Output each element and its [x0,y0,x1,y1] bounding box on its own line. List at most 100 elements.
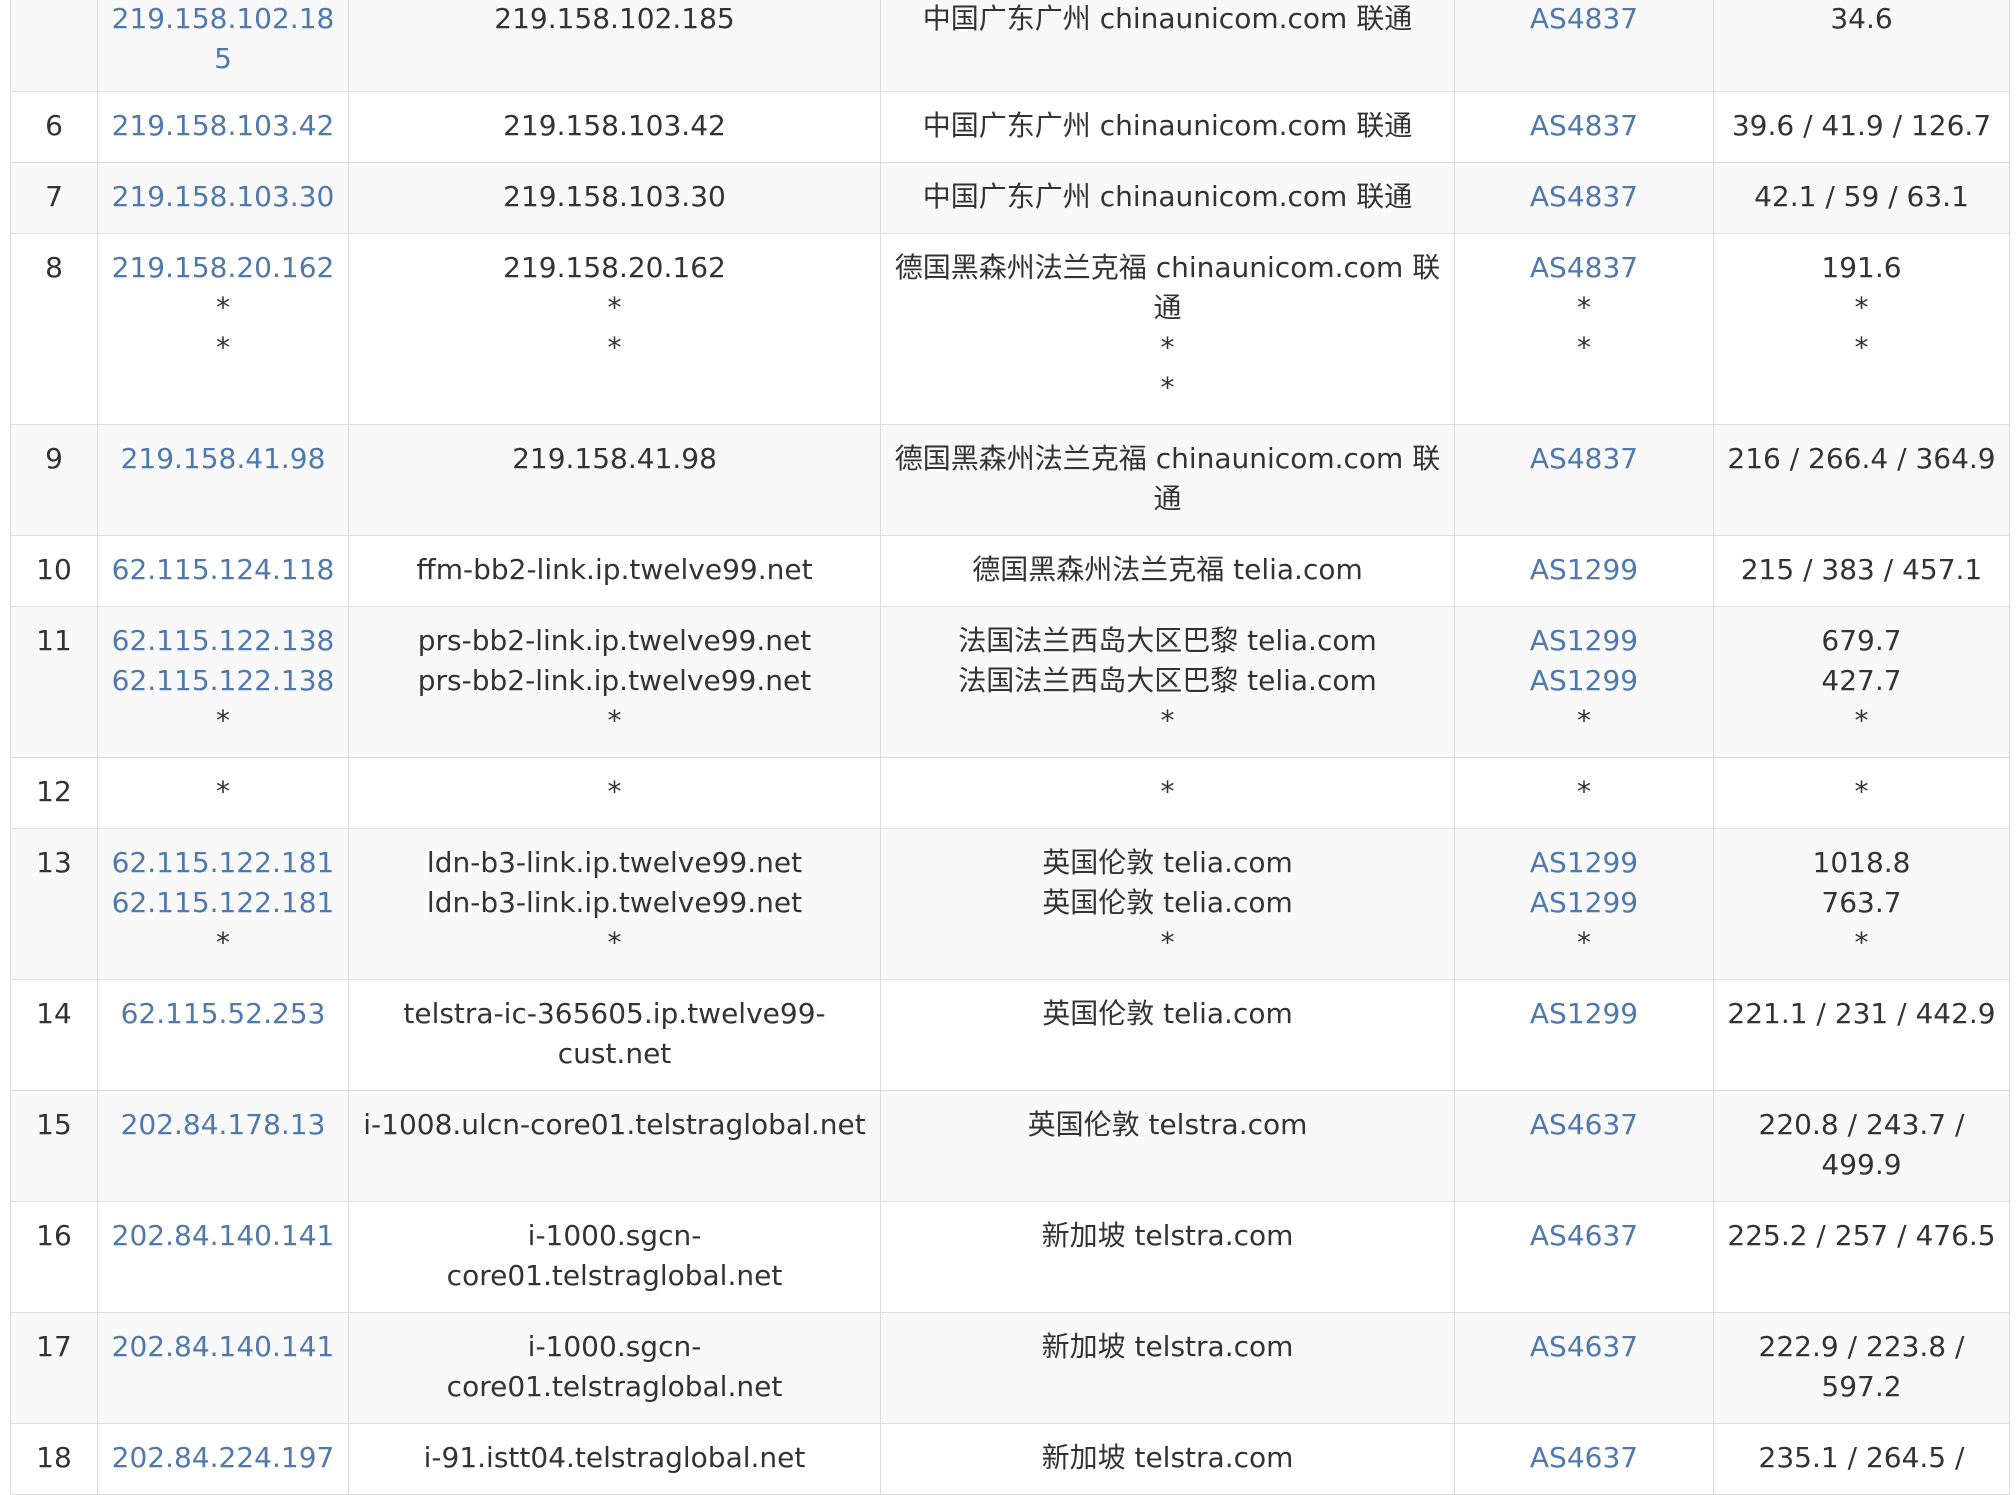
ip-link[interactable]: 62.115.52.253 [110,994,336,1034]
ip-link[interactable]: 219.158.103.42 [110,106,336,146]
ip-address-cell: 202.84.140.141 [97,1312,349,1424]
latency-cell: 191.6 * * [1713,233,2010,425]
rtt-text: 34.6 [1830,2,1893,35]
ip-address-cell: 219.158.103.30 [97,162,349,234]
as-number-cell: AS4637 [1454,1090,1714,1202]
ip-address-cell: 202.84.178.13 [97,1090,349,1202]
latency-cell: 221.1 / 231 / 442.9 [1713,979,2010,1091]
loc-text: 德国黑森州法兰克福 telia.com [972,553,1363,586]
latency-cell: 225.2 / 257 / 476.5 [1713,1201,2010,1313]
rtt-text: 427.7 [1821,664,1902,697]
as-number-cell: AS1299 AS1299 * [1454,606,1714,758]
as-link[interactable]: AS1299 [1467,661,1701,701]
ip-address-cell: 62.115.122.138 62.115.122.138 * [97,606,349,758]
hop-number-cell: 15 [10,1090,98,1202]
as-link[interactable]: AS4637 [1467,1216,1701,1256]
loc-text: 德国黑森州法兰克福 chinaunicom.com 联通 [894,442,1441,515]
hostname-cell: i-1000.sgcn-core01.telstraglobal.net [348,1201,881,1313]
as-number-cell: AS4637 [1454,1201,1714,1313]
hop-number-cell: 17 [10,1312,98,1424]
timeout-marker: * [1577,331,1591,364]
table-row: 9 219.158.41.98 219.158.41.98 德国黑森州法兰克福 chi… [10,424,2010,536]
as-link[interactable]: AS4837 [1467,248,1701,288]
as-link[interactable]: AS1299 [1467,994,1701,1034]
timeout-marker: * [1160,926,1175,959]
ip-link[interactable]: 62.115.122.181 [110,883,336,923]
hostname-cell: 219.158.103.30 [348,162,881,234]
as-link[interactable]: AS1299 [1467,843,1701,883]
hop-number-cell: 18 [10,1423,98,1495]
rtt-text: 191.6 [1821,251,1902,284]
as-number-cell: * [1454,757,1714,829]
as-number-cell: AS4837 [1454,424,1714,536]
as-link[interactable]: AS1299 [1467,883,1701,923]
timeout-marker: * [216,331,230,364]
table-row: 12 * * * * * [10,757,2010,829]
rtt-text: 222.9 / 223.8 / 597.2 [1758,1330,1965,1403]
location-cell: 新加坡 telstra.com [880,1201,1455,1313]
host-text: i-1000.sgcn-core01.telstraglobal.net [446,1330,783,1403]
as-link[interactable]: AS4637 [1467,1327,1701,1367]
hostname-cell: 219.158.20.162 * * [348,233,881,425]
timeout-marker: * [216,291,230,324]
latency-cell: 1018.8 763.7 * [1713,828,2010,980]
timeout-marker: * [607,775,622,808]
loc-text: 英国伦敦 telia.com [1042,846,1293,879]
ip-link[interactable]: 62.115.122.138 [110,661,336,701]
host-text: 219.158.41.98 [512,442,717,475]
ip-address-cell: 62.115.122.181 62.115.122.181 * [97,828,349,980]
host-text: 219.158.20.162 [503,251,726,284]
rtt-text: 763.7 [1821,886,1902,919]
timeout-marker: * [1854,704,1869,737]
rtt-text: 225.2 / 257 / 476.5 [1727,1219,1996,1252]
as-link[interactable]: AS4637 [1467,1438,1701,1478]
traceroute-table-container: 219.158.102.185 219.158.102.185 中国广东广州 chi… [10,0,2010,1495]
location-cell: 德国黑森州法兰克福 telia.com [880,535,1455,607]
ip-address-cell: 202.84.224.197 [97,1423,349,1495]
as-link[interactable]: AS4837 [1467,106,1701,146]
table-row: 8 219.158.20.162 * * 219.158.20.162 * * 德国黑森州法兰… [10,233,2010,425]
hostname-cell: ffm-bb2-link.ip.twelve99.net [348,535,881,607]
as-link[interactable]: AS4837 [1467,0,1701,39]
ip-link[interactable]: 219.158.103.30 [110,177,336,217]
as-link[interactable]: AS4837 [1467,439,1701,479]
as-link[interactable]: AS4837 [1467,177,1701,217]
loc-text: 法国法兰西岛大区巴黎 telia.com [958,624,1377,657]
ip-link[interactable]: 219.158.20.162 [110,248,336,288]
ip-link[interactable]: 202.84.178.13 [110,1105,336,1145]
table-row: 6 219.158.103.42 219.158.103.42 中国广东广州 chin… [10,91,2010,163]
host-text: 219.158.103.42 [503,109,726,142]
hop-number-cell: 10 [10,535,98,607]
ip-link[interactable]: 62.115.122.181 [110,843,336,883]
ip-link[interactable]: 202.84.140.141 [110,1327,336,1367]
as-link[interactable]: AS4637 [1467,1105,1701,1145]
rtt-text: 679.7 [1821,624,1902,657]
timeout-marker: * [216,926,230,959]
rtt-text: 220.8 / 243.7 / 499.9 [1758,1108,1965,1181]
ip-link[interactable]: 62.115.122.138 [110,621,336,661]
timeout-marker: * [1854,775,1869,808]
host-text: prs-bb2-link.ip.twelve99.net [417,624,812,657]
ip-link[interactable]: 219.158.41.98 [110,439,336,479]
host-text: ffm-bb2-link.ip.twelve99.net [416,553,813,586]
loc-text: 新加坡 telstra.com [1041,1219,1294,1252]
location-cell: 英国伦敦 telia.com [880,979,1455,1091]
ip-link[interactable]: 202.84.224.197 [110,1438,336,1478]
ip-address-cell: 62.115.52.253 [97,979,349,1091]
hostname-cell: 219.158.41.98 [348,424,881,536]
rtt-text: 215 / 383 / 457.1 [1740,553,1983,586]
ip-link[interactable]: 62.115.124.118 [110,550,336,590]
timeout-marker: * [1160,371,1175,404]
hop-number-cell: 14 [10,979,98,1091]
hop-number-cell: 12 [10,757,98,829]
timeout-marker: * [607,926,622,959]
hostname-cell: i-1008.ulcn-core01.telstraglobal.net [348,1090,881,1202]
timeout-marker: * [1160,331,1175,364]
table-row: 7 219.158.103.30 219.158.103.30 中国广东广州 chin… [10,162,2010,234]
hostname-cell: 219.158.103.42 [348,91,881,163]
table-row: 13 62.115.122.181 62.115.122.181 * ldn-b3-li… [10,828,2010,980]
as-link[interactable]: AS1299 [1467,621,1701,661]
ip-link[interactable]: 219.158.102.185 [110,0,336,79]
as-link[interactable]: AS1299 [1467,550,1701,590]
ip-link[interactable]: 202.84.140.141 [110,1216,336,1256]
